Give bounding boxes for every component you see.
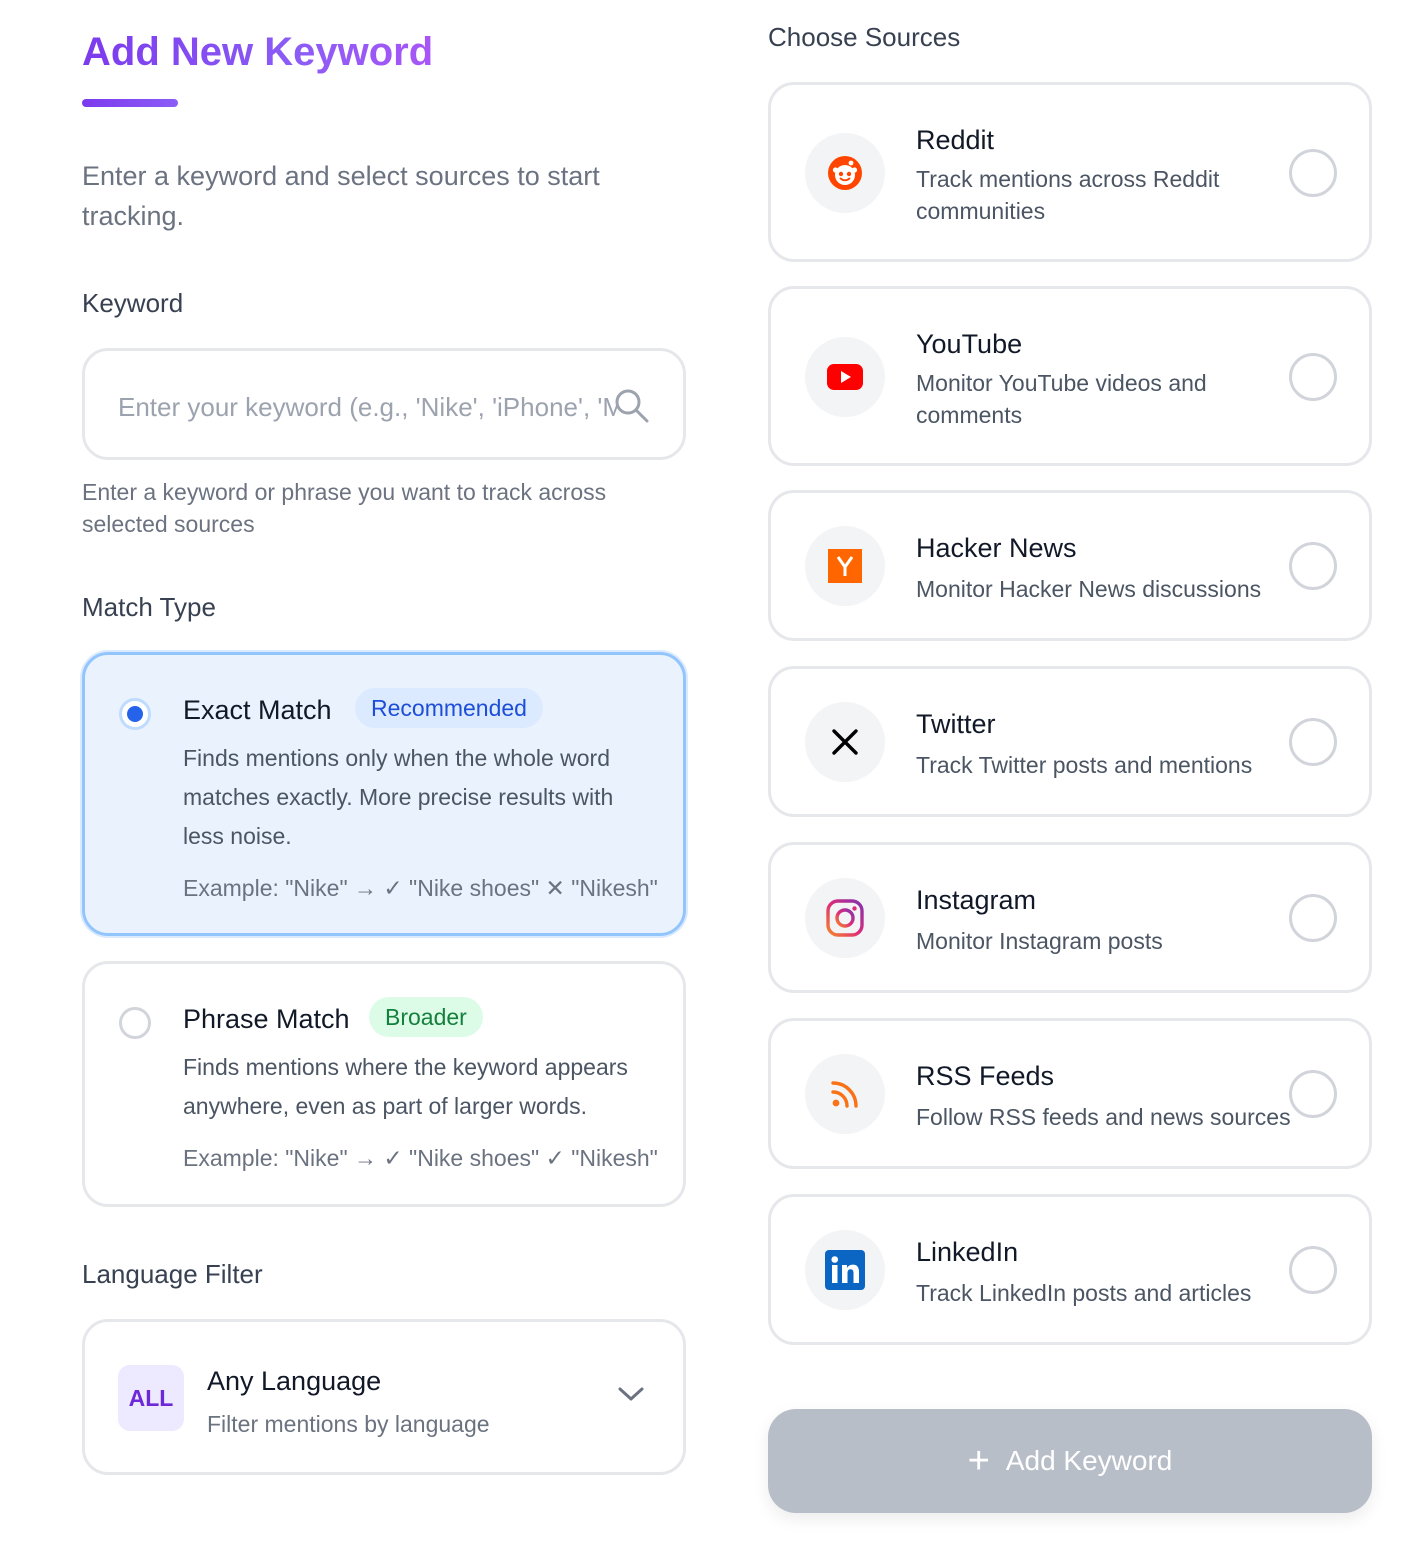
- language-all-badge: ALL: [118, 1365, 184, 1431]
- source-description: Monitor YouTube videos and comments: [916, 370, 1207, 428]
- source-radio-linkedin[interactable]: [1289, 1246, 1337, 1294]
- language-filter-label: Language Filter: [82, 1259, 263, 1289]
- source-radio-hacker-news[interactable]: [1289, 542, 1337, 590]
- search-icon: [615, 389, 649, 423]
- choose-sources-label: Choose Sources: [768, 22, 961, 52]
- source-card-youtube[interactable]: YouTube Monitor YouTube videos and comme…: [768, 286, 1372, 466]
- language-description: Filter mentions by language: [207, 1411, 490, 1437]
- page-subtitle: Enter a keyword and select sources to st…: [82, 161, 600, 231]
- source-radio-reddit[interactable]: [1289, 149, 1337, 197]
- add-keyword-button[interactable]: + Add Keyword: [768, 1409, 1372, 1513]
- title-underline: [82, 99, 178, 107]
- add-keyword-label: Add Keyword: [1005, 1445, 1173, 1476]
- language-selected-value: Any Language: [207, 1366, 382, 1396]
- source-radio-instagram[interactable]: [1289, 894, 1337, 942]
- keyword-input[interactable]: [118, 387, 618, 427]
- keyword-label: Keyword: [82, 288, 184, 318]
- phrase-match-radio[interactable]: [119, 1007, 151, 1039]
- source-name: Hacker News: [916, 533, 1077, 563]
- keyword-helper: Enter a keyword or phrase you want to tr…: [82, 479, 607, 537]
- source-description: Monitor Instagram posts: [916, 928, 1163, 954]
- source-card-rss[interactable]: RSS Feeds Follow RSS feeds and news sour…: [768, 1018, 1372, 1169]
- exact-match-option[interactable]: Exact Match Recommended Finds mentions o…: [82, 652, 686, 936]
- source-radio-youtube[interactable]: [1289, 353, 1337, 401]
- instagram-icon: [805, 878, 885, 958]
- source-card-reddit[interactable]: Reddit Track mentions across Reddit comm…: [768, 82, 1372, 262]
- source-name: LinkedIn: [916, 1237, 1019, 1267]
- source-card-instagram[interactable]: Instagram Monitor Instagram posts: [768, 842, 1372, 993]
- linkedin-icon: [805, 1230, 885, 1310]
- language-select[interactable]: ALL Any Language Filter mentions by lang…: [82, 1319, 686, 1475]
- exact-match-example: Example: "Nike" → ✓ "Nike shoes" ✕ "Nike…: [183, 875, 658, 901]
- chevron-down-icon: [618, 1387, 644, 1401]
- source-name: RSS Feeds: [916, 1061, 1055, 1091]
- source-card-twitter[interactable]: Twitter Track Twitter posts and mentions: [768, 666, 1372, 817]
- plus-icon: +: [967, 1440, 990, 1482]
- source-description: Track LinkedIn posts and articles: [916, 1280, 1252, 1306]
- source-description: Follow RSS feeds and news sources: [916, 1104, 1291, 1130]
- page-title: Add New Keyword: [82, 30, 434, 74]
- hacker-news-icon: [805, 526, 885, 606]
- exact-match-radio[interactable]: [119, 698, 151, 730]
- source-description: Monitor Hacker News discussions: [916, 576, 1262, 602]
- phrase-match-example: Example: "Nike" → ✓ "Nike shoes" ✓ "Nike…: [183, 1145, 658, 1171]
- exact-match-description: Finds mentions only when the whole word …: [183, 745, 614, 849]
- match-type-label: Match Type: [82, 592, 216, 622]
- source-card-linkedin[interactable]: LinkedIn Track LinkedIn posts and articl…: [768, 1194, 1372, 1345]
- phrase-match-description: Finds mentions where the keyword appears…: [183, 1054, 628, 1119]
- keyword-field[interactable]: [82, 348, 686, 460]
- source-name: Twitter: [916, 709, 996, 739]
- phrase-match-option[interactable]: Phrase Match Broader Finds mentions wher…: [82, 961, 686, 1207]
- source-name: Instagram: [916, 885, 1037, 915]
- source-name: YouTube: [916, 329, 1023, 359]
- source-description: Track mentions across Reddit communities: [916, 166, 1220, 224]
- broader-badge: Broader: [369, 997, 483, 1037]
- source-name: Reddit: [916, 125, 995, 155]
- source-description: Track Twitter posts and mentions: [916, 752, 1253, 778]
- exact-match-title: Exact Match: [183, 695, 332, 725]
- x-icon: [805, 702, 885, 782]
- reddit-icon: [805, 133, 885, 213]
- source-radio-twitter[interactable]: [1289, 718, 1337, 766]
- recommended-badge: Recommended: [355, 688, 543, 728]
- youtube-icon: [805, 337, 885, 417]
- source-radio-rss[interactable]: [1289, 1070, 1337, 1118]
- phrase-match-title: Phrase Match: [183, 1004, 350, 1034]
- rss-icon: [805, 1054, 885, 1134]
- source-card-hacker-news[interactable]: Hacker News Monitor Hacker News discussi…: [768, 490, 1372, 641]
